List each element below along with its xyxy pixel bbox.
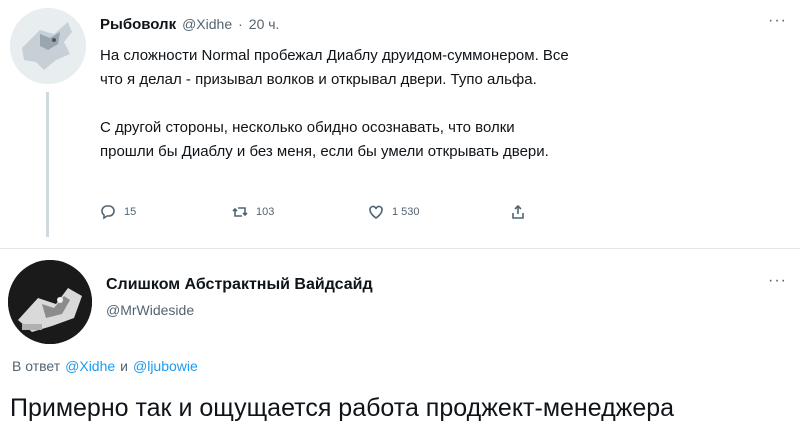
display-name[interactable]: Слишком Абстрактный Вайдсайд: [106, 276, 373, 294]
tweet1-line: прошли бы Диаблу и без меня, если бы уме…: [100, 143, 549, 160]
avatar-rybovolk[interactable]: [10, 8, 86, 84]
like-icon: [369, 205, 383, 219]
reply-button[interactable]: 15: [100, 204, 136, 220]
retweet-icon: [232, 207, 248, 217]
avatar-image: [8, 260, 92, 344]
wolf-avatar-image: [10, 8, 86, 84]
reply-count: 15: [124, 206, 137, 218]
divider: [0, 248, 800, 249]
replying-prefix: В ответ: [12, 358, 61, 374]
reply-icon: [101, 205, 115, 220]
user-handle[interactable]: @MrWideside: [106, 302, 194, 318]
replying-and: и: [120, 358, 128, 374]
replying-to: В ответ @Xidhe и @ljubowie: [12, 358, 198, 374]
retweet-button[interactable]: 103: [232, 204, 274, 220]
like-button[interactable]: 1 530: [368, 204, 420, 220]
tweet1-line: На сложности Normal пробежал Диаблу друи…: [100, 47, 569, 64]
tweet1-header: Рыбоволк @Xidhe · 20 ч.: [100, 16, 279, 33]
like-count: 1 530: [392, 206, 420, 218]
avatar-mrwideside[interactable]: [8, 260, 92, 344]
display-name[interactable]: Рыбоволк: [100, 16, 176, 33]
user-handle[interactable]: @Xidhe: [182, 16, 232, 32]
tweet1-line: что я делал - призывал волков и открывал…: [100, 71, 537, 88]
share-button[interactable]: [510, 204, 526, 220]
mention-link[interactable]: @ljubowie: [133, 358, 198, 374]
tweet-time[interactable]: 20 ч.: [249, 16, 280, 32]
retweet-count: 103: [256, 206, 275, 218]
tweet1-text: На сложности Normal пробежал Диаблу друи…: [100, 44, 790, 164]
tweet2-text: Примерно так и ощущается работа проджект…: [10, 394, 675, 422]
share-icon: [512, 204, 524, 219]
tweet1-line: С другой стороны, несколько обидно осозн…: [100, 119, 515, 136]
more-icon[interactable]: ···: [768, 272, 787, 290]
thread-line: [46, 92, 49, 237]
mention-link[interactable]: @Xidhe: [65, 358, 115, 374]
separator: ·: [238, 16, 243, 32]
more-icon[interactable]: ···: [768, 12, 787, 30]
